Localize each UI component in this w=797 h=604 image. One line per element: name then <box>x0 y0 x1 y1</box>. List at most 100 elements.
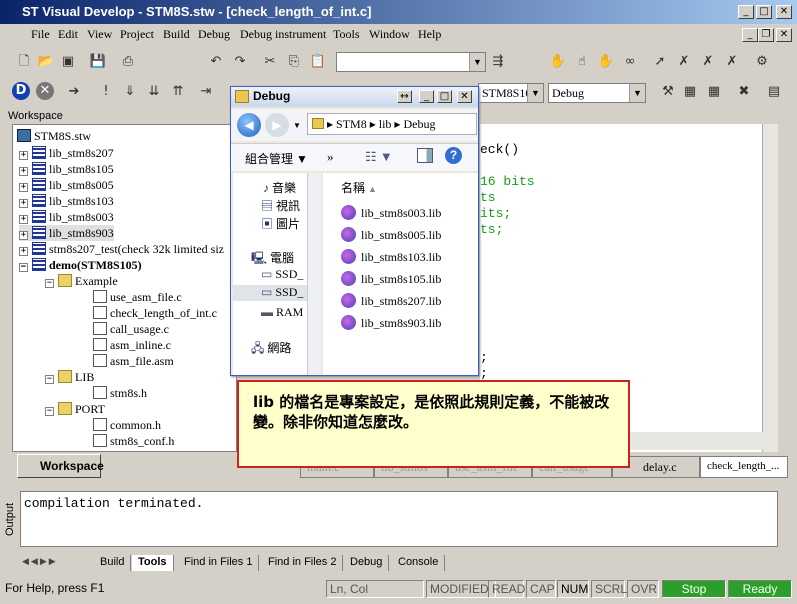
collapse-icon[interactable]: − <box>19 263 28 272</box>
go-icon[interactable]: ➔ <box>64 82 84 102</box>
minimize-button[interactable]: _ <box>738 5 754 19</box>
maximize-button[interactable]: □ <box>756 5 772 19</box>
clean-icon[interactable]: ✖ <box>734 82 754 102</box>
menu-window[interactable]: Window <box>369 27 410 42</box>
nav-item-network[interactable]: 🖧 網路 <box>251 339 291 360</box>
breadcrumb-item[interactable]: lib <box>379 117 392 131</box>
menu-tools[interactable]: Tools <box>333 27 360 42</box>
chevron-down-icon[interactable]: ▼ <box>527 84 543 102</box>
view-options-icon[interactable]: ☷ ▼ <box>365 149 393 165</box>
tree-item-port[interactable]: − PORT <box>45 401 105 417</box>
menu-file[interactable]: File <box>31 27 50 42</box>
tree-item-check-length[interactable]: check_length_of_int.c <box>93 305 217 321</box>
file-item[interactable]: lib_stm8s903.lib <box>341 315 441 331</box>
expand-icon[interactable]: + <box>19 231 28 240</box>
tree-item-lib-stm8s003[interactable]: + lib_stm8s003 <box>19 209 114 225</box>
config-combo[interactable]: Debug ▼ <box>548 83 646 103</box>
chevron-down-icon[interactable]: ▼ <box>293 121 301 130</box>
rebuild-icon[interactable]: ▦ <box>704 82 724 102</box>
breakpoint-hand-icon[interactable]: ☝ <box>572 52 592 72</box>
expand-icon[interactable]: + <box>19 151 28 160</box>
open-folder-icon[interactable]: 📂 <box>36 52 56 72</box>
workspace-tab[interactable]: Workspace <box>17 454 104 478</box>
run-to-cursor-icon[interactable]: ⇥ <box>196 82 216 102</box>
debug-icon[interactable]: D <box>12 82 30 100</box>
tree-item-demo[interactable]: − demo(STM8S105) <box>19 257 142 273</box>
mdi-minimize-button[interactable]: _ <box>742 28 758 42</box>
menu-edit[interactable]: Edit <box>58 27 78 42</box>
expand-icon[interactable]: + <box>19 167 28 176</box>
back-icon[interactable]: ◀ <box>237 113 261 137</box>
compile-icon[interactable]: ⚒ <box>658 82 678 102</box>
output-tab-find2[interactable]: Find in Files 2 <box>262 555 344 571</box>
redo-icon[interactable]: ↷ <box>230 52 250 72</box>
nav-scrollbar[interactable] <box>307 173 321 375</box>
nav-item-drive-ssd1[interactable]: ▭ SSD_ <box>261 267 303 282</box>
mdi-close-button[interactable]: ✕ <box>776 28 792 42</box>
tree-item-asm-file[interactable]: asm_file.asm <box>93 353 174 369</box>
menu-view[interactable]: View <box>87 27 112 42</box>
organize-button[interactable]: 組合管理 ▼ <box>245 150 308 167</box>
target-combo[interactable]: STM8S10 ▼ <box>478 83 544 103</box>
save-icon[interactable]: 💾 <box>88 52 108 72</box>
output-tab-build[interactable]: Build <box>94 555 132 571</box>
tree-item-stm8s207-test[interactable]: + stm8s207_test(check 32k limited siz <box>19 241 224 257</box>
dialog-maximize-button[interactable]: □ <box>437 90 452 103</box>
output-tab-console[interactable]: Console <box>392 555 446 571</box>
menu-debug-instrument[interactable]: Debug instrument <box>240 27 326 42</box>
step-over-icon[interactable]: ✗ <box>698 52 718 72</box>
tree-item-workspace[interactable]: STM8S.stw <box>17 128 91 144</box>
collapse-icon[interactable]: − <box>45 279 54 288</box>
breadcrumb-item[interactable]: Debug <box>403 117 435 131</box>
editor-tab-active[interactable]: check_length_... <box>700 456 788 478</box>
chevron-down-icon[interactable]: ▼ <box>629 84 645 102</box>
tree-item-lib-stm8s903[interactable]: + lib_stm8s903 <box>19 225 114 241</box>
editor-vertical-scrollbar[interactable] <box>762 124 778 452</box>
expand-icon[interactable]: + <box>19 199 28 208</box>
print-icon[interactable]: ⎙ <box>118 52 138 72</box>
tree-item-asm-inline[interactable]: asm_inline.c <box>93 337 171 353</box>
forward-icon[interactable]: ▶ <box>265 113 289 137</box>
file-item[interactable]: lib_stm8s005.lib <box>341 227 441 243</box>
hand-icon[interactable]: ✋ <box>548 52 568 72</box>
close-button[interactable]: ✕ <box>776 5 792 19</box>
expand-icon[interactable]: + <box>19 247 28 256</box>
help-icon[interactable]: ? <box>445 147 462 164</box>
expand-icon[interactable]: + <box>19 215 28 224</box>
find-combo[interactable]: ▼ <box>336 52 486 72</box>
tree-item-stm8s-h[interactable]: stm8s.h <box>93 385 147 401</box>
file-item[interactable]: lib_stm8s003.lib <box>341 205 441 221</box>
stop-debug-icon[interactable]: ✕ <box>36 82 54 100</box>
output-tab-find1[interactable]: Find in Files 1 <box>178 555 260 571</box>
tree-item-common-h[interactable]: common.h <box>93 417 161 433</box>
menu-debug[interactable]: Debug <box>198 27 230 42</box>
chevron-down-icon[interactable]: ▼ <box>469 53 485 71</box>
break-icon[interactable]: ! <box>96 82 116 102</box>
step-over-2-icon[interactable]: ⇊ <box>144 82 164 102</box>
tree-item-call-usage[interactable]: call_usage.c <box>93 321 169 337</box>
output-tab-tools[interactable]: Tools <box>132 555 174 571</box>
cut-icon[interactable]: ✂ <box>260 52 280 72</box>
menu-help[interactable]: Help <box>418 27 441 42</box>
collapse-icon[interactable]: − <box>45 407 54 416</box>
new-file-icon[interactable]: 🗋 <box>14 52 34 72</box>
debug-folder-window[interactable]: Debug ↔ _ □ ✕ ◀ ▶ ▼ ▸ STM8 ▸ lib ▸ Debug… <box>230 86 479 376</box>
undo-icon[interactable]: ↶ <box>206 52 226 72</box>
output-panel[interactable]: compilation terminated. <box>20 491 778 547</box>
collapse-icon[interactable]: − <box>45 375 54 384</box>
tree-item-lib-stm8s005[interactable]: + lib_stm8s005 <box>19 177 114 193</box>
settings-icon[interactable]: ⚙ <box>752 52 772 72</box>
menu-build[interactable]: Build <box>163 27 190 42</box>
step-into-icon[interactable]: ⇓ <box>120 82 140 102</box>
run-to-icon[interactable]: ➚ <box>650 52 670 72</box>
menu-project[interactable]: Project <box>120 27 154 42</box>
stop-hand-icon[interactable]: ✋ <box>596 52 616 72</box>
step-icon[interactable]: ✗ <box>674 52 694 72</box>
step-out-icon[interactable]: ✗ <box>722 52 742 72</box>
file-item[interactable]: lib_stm8s103.lib <box>341 249 441 265</box>
glasses-icon[interactable]: ∞ <box>620 52 640 72</box>
dialog-minimize-button[interactable]: _ <box>419 90 434 103</box>
output-tab-debug[interactable]: Debug <box>344 555 390 571</box>
column-header-name[interactable]: 名稱 ▲ <box>341 179 377 196</box>
tree-item-stm8s-conf[interactable]: stm8s_conf.h <box>93 433 174 449</box>
